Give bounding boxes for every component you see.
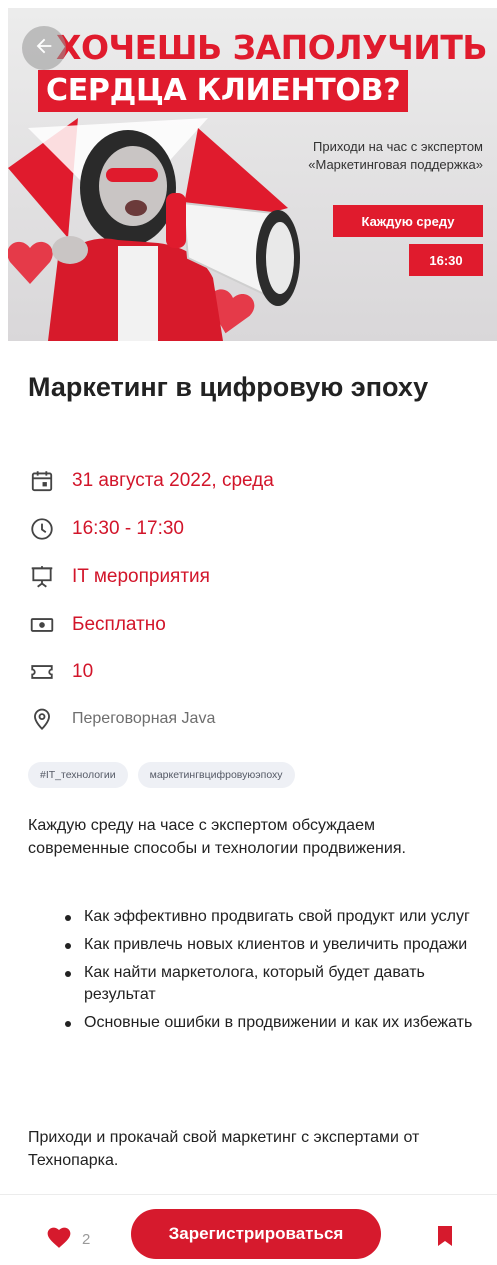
- banner-promo-line2: «Маркетинговая поддержка»: [308, 157, 483, 172]
- tag-chip[interactable]: маркетингвцифровуюэпоху: [137, 762, 295, 788]
- event-price-row: Бесплатно: [28, 610, 468, 640]
- presentation-board-icon: [28, 563, 56, 591]
- event-date-row: 31 августа 2022, среда: [28, 466, 468, 496]
- list-item: Как привлечь новых клиентов и увеличить …: [60, 934, 480, 956]
- event-banner: ХОЧЕШЬ ЗАПОЛУЧИТЬ СЕРДЦА КЛИЕНТОВ? Прихо…: [8, 8, 497, 341]
- event-time: 16:30 - 17:30: [72, 518, 184, 539]
- event-date: 31 августа 2022, среда: [72, 470, 274, 491]
- event-title: Маркетинг в цифровую эпоху: [28, 372, 429, 402]
- person-glasses: [106, 168, 158, 182]
- event-tickets: 10: [72, 661, 94, 682]
- description-bullet-list: Как эффективно продвигать свой продукт и…: [60, 906, 480, 1040]
- like-button[interactable]: 2: [46, 1225, 90, 1254]
- banner-promo-line1: Приходи на час с экспертом: [313, 139, 483, 154]
- event-tickets-row: 10: [28, 657, 468, 687]
- banner-headline-line1: ХОЧЕШЬ ЗАПОЛУЧИТЬ: [56, 28, 488, 67]
- like-count: 2: [82, 1231, 91, 1248]
- megaphone-ring: [166, 193, 186, 248]
- event-time-row: 16:30 - 17:30: [28, 514, 468, 544]
- banknote-icon: [28, 611, 56, 639]
- register-button[interactable]: Зарегистрироваться: [131, 1209, 381, 1259]
- heart-icon: [46, 1225, 72, 1254]
- back-button[interactable]: [22, 26, 66, 70]
- person-shirt: [118, 246, 158, 341]
- bottom-action-bar: 2 Зарегистрироваться: [0, 1194, 497, 1265]
- megaphone-inner: [266, 222, 294, 294]
- banner-time-chip: 16:30: [409, 244, 483, 276]
- map-pin-icon: [28, 705, 56, 733]
- description-intro: Каждую среду на часе с экспертом обсужда…: [28, 817, 406, 857]
- banner-headline: ХОЧЕШЬ ЗАПОЛУЧИТЬ СЕРДЦА КЛИЕНТОВ?: [38, 28, 488, 112]
- person-hand: [52, 236, 88, 264]
- person-mouth: [125, 200, 147, 216]
- event-location-row: Переговорная Java: [28, 704, 468, 734]
- description-outro: Приходи и прокачай свой маркетинг с эксп…: [28, 1129, 420, 1169]
- ticket-icon: [28, 658, 56, 686]
- banner-day-chip: Каждую среду: [333, 205, 483, 237]
- tag-chip[interactable]: #IT_технологии: [28, 762, 128, 788]
- list-item: Основные ошибки в продвижении и как их и…: [60, 1012, 480, 1034]
- heart-shape: [8, 242, 53, 284]
- event-location: Переговорная Java: [72, 710, 216, 727]
- tag-list: #IT_технологии маркетингвцифровуюэпоху: [28, 762, 295, 788]
- event-category: IT мероприятия: [72, 566, 210, 587]
- calendar-icon: [28, 467, 56, 495]
- arrow-left-icon: [33, 35, 55, 62]
- list-item: Как найти маркетолога, который будет дав…: [60, 962, 480, 1006]
- list-item: Как эффективно продвигать свой продукт и…: [60, 906, 480, 928]
- event-price: Бесплатно: [72, 614, 166, 635]
- event-category-row: IT мероприятия: [28, 562, 468, 592]
- bookmark-icon[interactable]: [436, 1225, 454, 1252]
- clock-icon: [28, 515, 56, 543]
- banner-headline-line2: СЕРДЦА КЛИЕНТОВ?: [38, 70, 409, 112]
- banner-promo-text: Приходи на час с экспертом «Маркетингова…: [308, 138, 483, 174]
